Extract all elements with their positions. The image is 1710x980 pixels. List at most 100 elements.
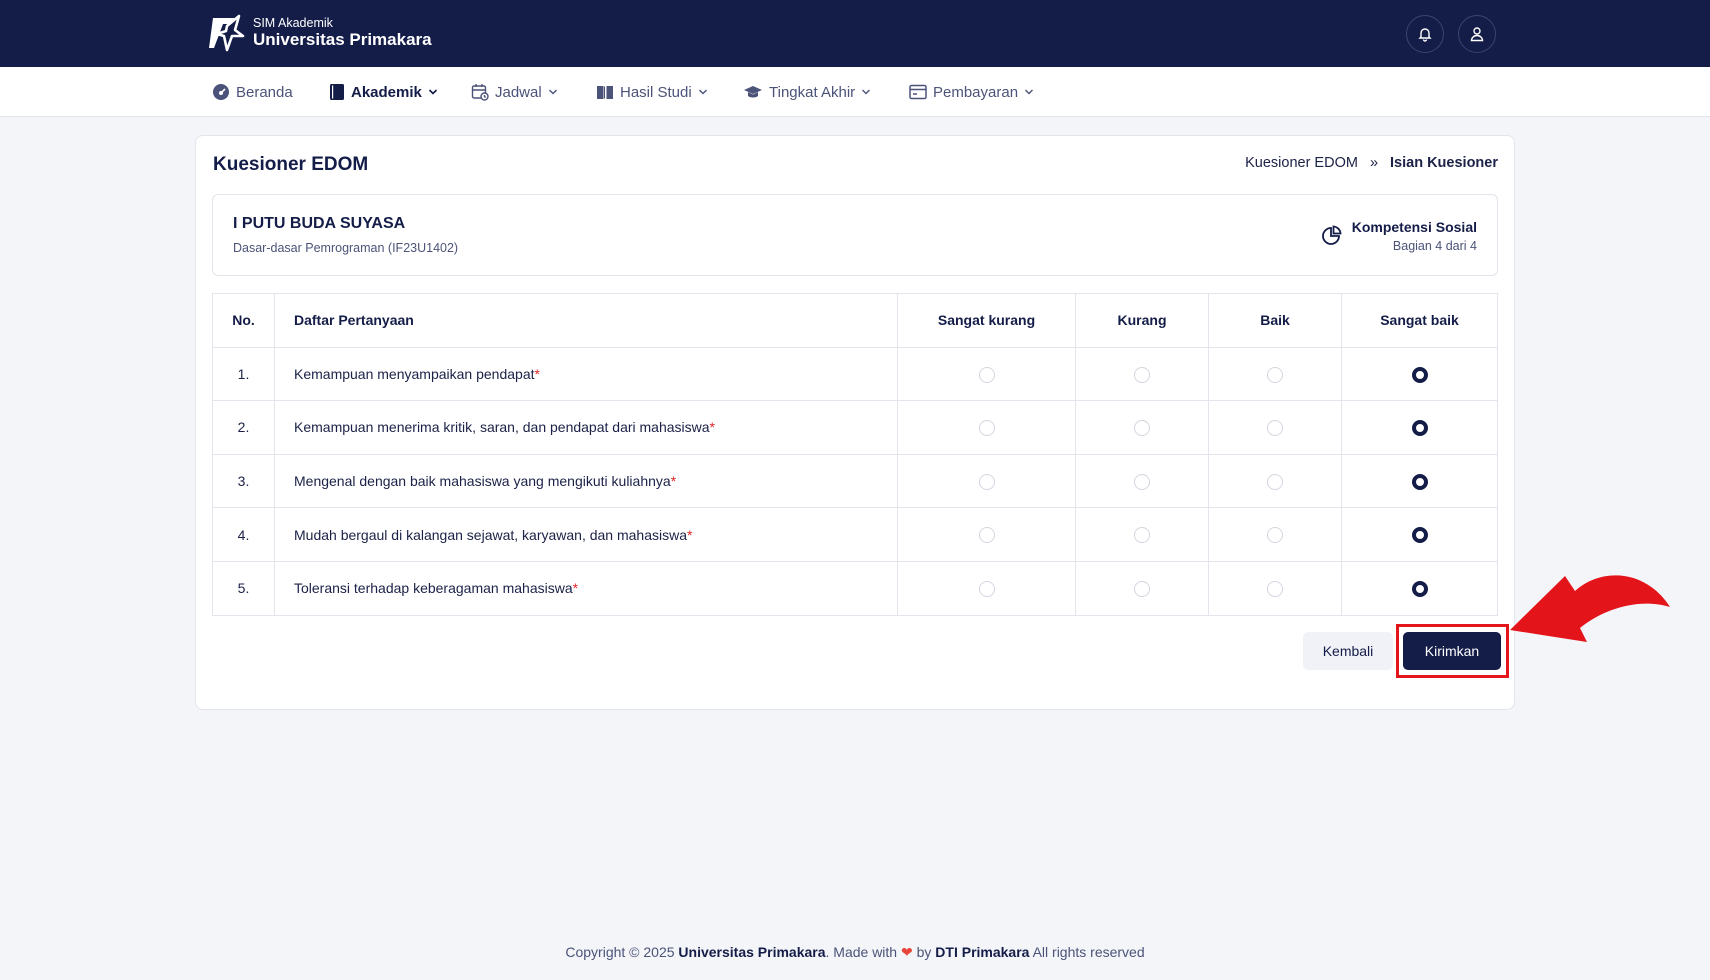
course-name: Dasar-dasar Pemrograman (IF23U1402) [233,241,459,255]
radio-kurang[interactable] [1134,580,1150,597]
option-cell [1341,560,1498,616]
radio-kurang[interactable] [1134,420,1150,437]
radio-sangat-kurang[interactable] [978,580,995,597]
radio-baik[interactable] [1267,366,1283,383]
question-text: Toleransi terhadap keberagaman mahasiswa [294,580,573,597]
option-cell [897,346,1076,402]
option-cell [1075,346,1209,402]
footer-team[interactable]: DTI Primakara [935,944,1029,960]
chevron-down-icon [1025,89,1034,95]
chevron-down-icon [428,89,437,95]
question-cell: Kemampuan menyampaikan pendapat* [274,346,898,402]
card-icon [909,84,927,100]
radio-sangat-kurang[interactable] [978,420,995,437]
nav-label: Tingkat Akhir [769,83,856,101]
radio-kurang[interactable] [1134,366,1150,383]
nav-beranda[interactable]: Beranda [212,67,293,117]
section-title: Kompetensi Sosial [1351,219,1477,235]
brand[interactable]: SIM Akademik Universitas Primakara [205,12,432,54]
dashboard-icon [213,84,229,100]
radio-baik[interactable] [1267,473,1283,490]
table-row: 3. Mengenal dengan baik mahasiswa yang me… [212,453,1498,509]
footer-suffix: All rights reserved [1029,944,1145,960]
top-bar: SIM Akademik Universitas Primakara [0,0,1710,67]
option-cell [1208,453,1342,509]
radio-baik[interactable] [1267,420,1283,437]
breadcrumb-current: Isian Kuesioner [1390,155,1498,171]
footer-made-with: . Made with [825,944,901,960]
question-cell: Mengenal dengan baik mahasiswa yang meng… [274,453,898,509]
footer-org[interactable]: Universitas Primakara [678,944,825,960]
questionnaire-card: Kuesioner EDOM Kuesioner EDOM » Isian Ku… [195,135,1515,710]
brand-subtitle: SIM Akademik [253,16,333,31]
graduation-cap-icon [744,86,762,98]
option-cell [1341,453,1498,509]
nav-label: Akademik [351,83,422,101]
required-mark: * [709,419,715,436]
lecturer-name: I PUTU BUDA SUYASA [233,215,406,232]
header-no: No. [212,293,275,348]
nav-label: Hasil Studi [620,83,692,101]
radio-kurang[interactable] [1134,527,1150,544]
row-number: 5. [212,560,275,616]
row-number: 4. [212,507,275,562]
notification-button[interactable] [1406,15,1444,53]
required-mark: * [534,365,540,382]
row-number: 2. [212,400,275,455]
section-part: Bagian 4 dari 4 [1392,239,1477,254]
nav-hasil-studi[interactable]: Hasil Studi [596,67,708,117]
option-cell [897,400,1076,455]
question-cell: Toleransi terhadap keberagaman mahasiswa… [274,560,898,616]
option-cell [1075,400,1209,455]
nav-label: Jadwal [495,83,542,101]
option-cell [897,560,1076,616]
chevron-down-icon [548,89,557,95]
breadcrumb-separator: » [1369,155,1379,171]
radio-baik[interactable] [1267,527,1283,544]
option-cell [1208,560,1342,616]
header-question: Daftar Pertanyaan [274,293,898,348]
option-cell [1075,507,1209,562]
breadcrumb: Kuesioner EDOM » Isian Kuesioner [1245,155,1498,171]
question-text: Kemampuan menyampaikan pendapat [294,365,535,382]
header-baik: Baik [1208,293,1342,348]
nav-tingkat-akhir[interactable]: Tingkat Akhir [743,67,871,117]
pointer-arrow-icon [1510,575,1670,642]
section-progress: Kompetensi Sosial Bagian 4 dari 4 [1320,217,1477,255]
brand-title: Universitas Primakara [253,30,432,50]
radio-sangat-baik[interactable] [1411,580,1428,597]
radio-sangat-kurang[interactable] [978,527,995,544]
radio-sangat-baik[interactable] [1411,366,1428,383]
header-sangat-kurang: Sangat kurang [897,293,1076,348]
book-icon [330,84,344,100]
option-cell [1075,560,1209,616]
radio-sangat-kurang[interactable] [978,473,995,490]
breadcrumb-link[interactable]: Kuesioner EDOM [1245,155,1358,171]
row-number: 3. [212,453,275,509]
radio-sangat-baik[interactable] [1411,473,1428,490]
option-cell [1341,507,1498,562]
nav-label: Pembayaran [933,83,1019,101]
table-row: 2. Kemampuan menerima kritik, saran, dan … [212,400,1498,455]
nav-pembayaran[interactable]: Pembayaran [909,67,1034,117]
logo-icon [209,14,245,52]
radio-baik[interactable] [1267,580,1283,597]
nav-akademik[interactable]: Akademik [329,67,438,117]
bell-icon [1418,28,1432,42]
back-button[interactable]: Kembali [1303,632,1393,670]
radio-sangat-kurang[interactable] [978,366,995,383]
row-number: 1. [212,346,275,402]
table-header-row: No. Daftar Pertanyaan Sangat kurang Kura… [212,293,1498,348]
radio-kurang[interactable] [1134,473,1150,490]
header-sangat-baik: Sangat baik [1341,293,1498,348]
calendar-icon [471,84,489,101]
option-cell [897,507,1076,562]
pie-chart-icon [1321,225,1342,246]
radio-sangat-baik[interactable] [1411,527,1428,544]
profile-button[interactable] [1458,15,1496,53]
option-cell [1208,507,1342,562]
chevron-down-icon [862,89,871,95]
radio-sangat-baik[interactable] [1411,420,1428,437]
nav-jadwal[interactable]: Jadwal [471,67,558,117]
lecturer-info: I PUTU BUDA SUYASA Dasar-dasar Pemrogram… [212,194,1498,276]
